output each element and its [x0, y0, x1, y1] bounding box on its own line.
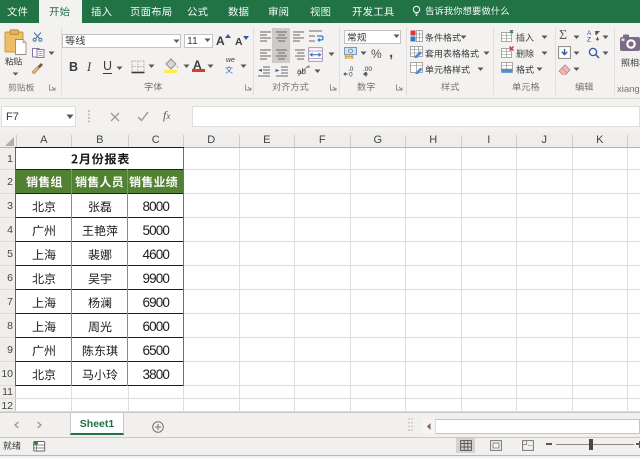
- svg-text:0: 0: [364, 71, 368, 77]
- svg-text:ab: ab: [297, 67, 306, 76]
- svg-text:Z: Z: [587, 37, 591, 43]
- svg-text:0: 0: [349, 71, 353, 77]
